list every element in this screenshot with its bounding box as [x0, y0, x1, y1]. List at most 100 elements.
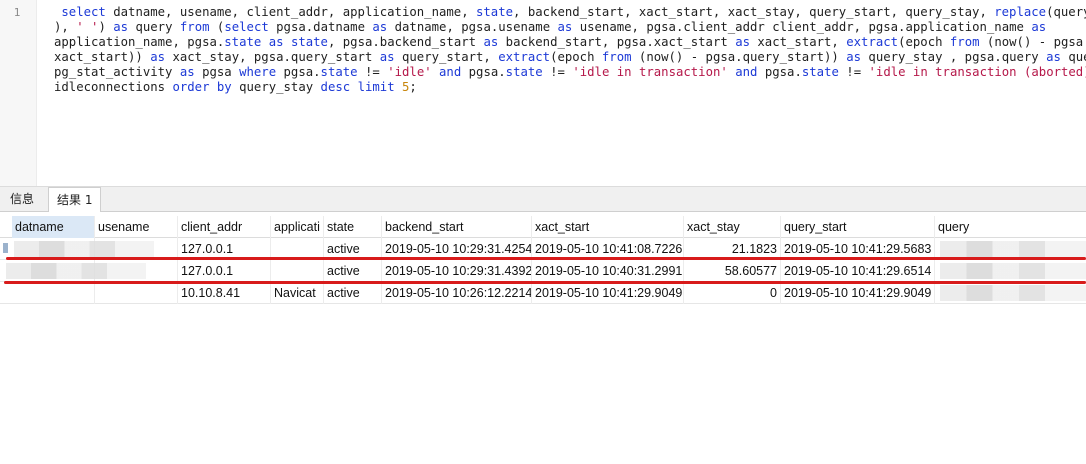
sql-text: query_stay — [231, 80, 321, 94]
pixelated-redaction — [14, 241, 154, 257]
current-row-marker — [3, 243, 8, 253]
table-row[interactable]: 10.10.8.41 Navicat active 2019-05-10 10:… — [0, 282, 1086, 304]
sql-keyword: as — [379, 50, 395, 64]
sql-text: query — [1068, 50, 1086, 64]
cell-application-name[interactable] — [271, 260, 324, 282]
sql-text: backend_start, pgsa.xact_start — [498, 35, 736, 49]
sql-editor[interactable]: 1 select datname, usename, client_addr, … — [0, 0, 1086, 186]
sql-keyword: order by — [172, 80, 232, 94]
sql-text: (now() - pgsa.query_start)) — [631, 50, 847, 64]
cell-state[interactable]: active — [324, 260, 382, 282]
column-header-state[interactable]: state — [324, 216, 382, 238]
cell-usename[interactable] — [95, 282, 178, 304]
sql-text: usename, pgsa.client_addr client_addr, p… — [572, 20, 1032, 34]
column-header-query[interactable]: query — [935, 216, 1086, 238]
sql-keyword: as — [846, 50, 862, 64]
cell-xact-start[interactable]: 2019-05-10 10:41:29.9049 — [532, 282, 684, 304]
tab-info[interactable]: 信息 — [2, 187, 42, 211]
sql-string: 'idle' — [387, 65, 432, 79]
column-header-query-start[interactable]: query_start — [781, 216, 935, 238]
sql-text: (epoch — [898, 35, 950, 49]
sql-string: 'idle in transaction' — [572, 65, 728, 79]
sql-keyword: state — [320, 65, 358, 79]
sql-keyword: limit — [357, 80, 395, 94]
sql-keyword: state — [505, 65, 543, 79]
cell-application-name[interactable]: Navicat — [271, 282, 324, 304]
sql-text: (epoch — [550, 50, 602, 64]
sql-text: (now() - pgsa. — [979, 35, 1086, 49]
tab-result-1[interactable]: 结果 1 — [48, 187, 102, 212]
sql-text: application_name, pgsa. — [54, 35, 225, 49]
sql-keyword: as — [150, 50, 166, 64]
cell-datname[interactable] — [12, 282, 95, 304]
sql-text: (query, chr( — [1046, 5, 1086, 19]
sql-text: pgsa. — [757, 65, 802, 79]
sql-text: datname, pgsa.usename — [387, 20, 558, 34]
sql-code[interactable]: select datname, usename, client_addr, ap… — [54, 5, 1086, 95]
sql-text: != — [357, 65, 388, 79]
column-header-xact-start[interactable]: xact_start — [532, 216, 684, 238]
sql-keyword: from — [601, 50, 632, 64]
cell-xact-stay[interactable]: 58.60577 — [684, 260, 781, 282]
line-number: 1 — [13, 6, 21, 19]
sql-keyword: select — [61, 5, 106, 19]
sql-text: , pgsa.backend_start — [327, 35, 484, 49]
column-header-xact-stay[interactable]: xact_stay — [684, 216, 781, 238]
sql-keyword: extract — [498, 50, 551, 64]
sql-keyword: extract — [846, 35, 899, 49]
highlight-line-top — [6, 257, 1086, 260]
column-header-backend-start[interactable]: backend_start — [382, 216, 532, 238]
sql-text: query_stay , pgsa.query — [861, 50, 1047, 64]
sql-string: 'idle in transaction (aborted)' — [868, 65, 1086, 79]
sql-keyword: select — [224, 20, 269, 34]
sql-keyword: state — [224, 35, 262, 49]
code-line[interactable]: ), ' ') as query from (select pgsa.datna… — [54, 20, 1086, 35]
sql-text: ) — [98, 20, 114, 34]
cell-query-start[interactable]: 2019-05-10 10:41:29.9049 — [781, 282, 935, 304]
sql-keyword: as — [735, 35, 750, 49]
sql-text: pgsa. — [461, 65, 506, 79]
sql-text: datname, usename, client_addr, applicati… — [105, 5, 476, 19]
cell-client-addr[interactable]: 127.0.0.1 — [178, 260, 271, 282]
cell-state[interactable]: active — [324, 282, 382, 304]
column-header-usename[interactable]: usename — [95, 216, 178, 238]
code-line[interactable]: select datname, usename, client_addr, ap… — [54, 5, 1086, 20]
cell-xact-start[interactable]: 2019-05-10 10:40:31.2991 — [532, 260, 684, 282]
cell-xact-stay[interactable]: 0 — [684, 282, 781, 304]
column-header-datname[interactable]: datname — [12, 216, 95, 238]
sql-text: query — [128, 20, 180, 34]
sql-keyword: from — [949, 35, 980, 49]
code-line[interactable]: xact_start)) as xact_stay, pgsa.query_st… — [54, 50, 1086, 65]
sql-text: xact_start)) — [54, 50, 151, 64]
result-grid[interactable]: datname usename client_addr applicati st… — [0, 212, 1086, 464]
table-row[interactable]: 127.0.0.1 active 2019-05-10 10:29:31.439… — [0, 260, 1086, 282]
sql-text: != — [542, 65, 573, 79]
line-number-gutter: 1 — [0, 0, 37, 186]
sql-keyword: as — [1046, 50, 1061, 64]
sql-text: pgsa.datname — [268, 20, 373, 34]
sql-keyword: replace — [994, 5, 1047, 19]
sql-keyword: and — [439, 65, 462, 79]
sql-keyword: and — [735, 65, 758, 79]
sql-keyword: state — [290, 35, 328, 49]
sql-text: pgsa. — [276, 65, 321, 79]
column-header-client-addr[interactable]: client_addr — [178, 216, 271, 238]
sql-text: ; — [409, 80, 417, 94]
sql-keyword: state — [476, 5, 514, 19]
code-line[interactable]: idleconnections order by query_stay desc… — [54, 80, 1086, 95]
code-line[interactable]: pg_stat_activity as pgsa where pgsa.stat… — [54, 65, 1086, 80]
sql-text: idleconnections — [54, 80, 173, 94]
sql-text: xact_stay, pgsa.query_start — [165, 50, 380, 64]
sql-text: pgsa — [194, 65, 240, 79]
sql-text: xact_start, — [750, 35, 847, 49]
sql-keyword: as — [113, 20, 129, 34]
cell-query-start[interactable]: 2019-05-10 10:41:29.6514 — [781, 260, 935, 282]
code-line[interactable]: application_name, pgsa.state as state, p… — [54, 35, 1086, 50]
cell-backend-start[interactable]: 2019-05-10 10:26:12.2214 — [382, 282, 532, 304]
column-header-application-name[interactable]: applicati — [271, 216, 324, 238]
sql-keyword: where — [239, 65, 277, 79]
cell-backend-start[interactable]: 2019-05-10 10:29:31.4392 — [382, 260, 532, 282]
cell-client-addr[interactable]: 10.10.8.41 — [178, 282, 271, 304]
sql-keyword: state — [801, 65, 839, 79]
